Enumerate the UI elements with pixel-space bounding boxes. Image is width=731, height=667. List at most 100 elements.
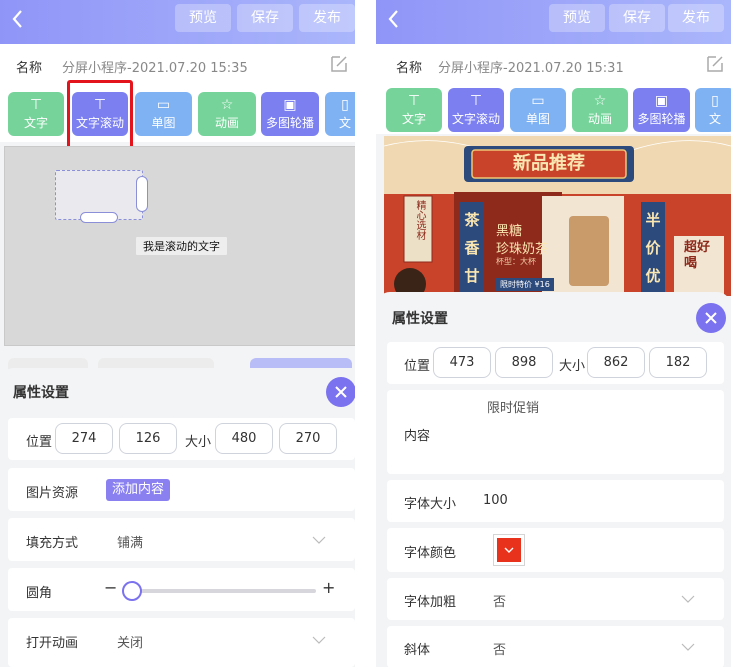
image-source-label: 图片资源 [26,486,79,501]
edit-icon[interactable] [329,54,349,74]
color-swatch [497,538,521,562]
position-row: 位置 274 126 大小 480 270 [8,418,355,460]
italic-row[interactable]: 斜体 否 [387,626,724,667]
image-source-row: 图片资源 添加内容 [8,468,355,511]
component-toolbar: ⊤ 文字 ⊤ 文字滚动 ▭ 单图 ☆ 动画 ▣ 多图轮播 ▯ 文 [0,86,355,142]
size-height-input[interactable]: 182 [649,347,707,378]
tool-label: 文字 [23,116,48,130]
font-color-picker[interactable] [493,534,525,566]
resize-handle-bottom[interactable] [80,212,118,223]
preview-button[interactable]: 预览 [549,4,605,32]
tool-label: 文 [338,116,351,130]
content-label: 内容 [404,429,431,444]
chevron-down-icon [681,643,695,651]
text-icon: ⊤ [407,93,421,109]
edit-icon[interactable] [705,54,725,74]
image-icon: ▭ [531,93,545,109]
tool-single-image[interactable]: ▭ 单图 [510,88,566,132]
poster-image[interactable]: 新品推荐 精心选材 茶 香 甘 半 价 优 黑糖 珍珠奶茶 杯型：大杯 限时特价… [384,136,731,296]
poster-char: 茶 [464,211,480,229]
font-color-label: 字体颜色 [404,546,457,561]
radius-slider-track[interactable] [132,589,316,593]
tool-single-image[interactable]: ▭ 单图 [135,92,192,136]
size-width-input[interactable]: 862 [587,347,645,378]
bold-label: 字体加粗 [404,595,457,610]
poster-corner-text: 超好喝 [684,240,711,271]
tool-text-scroll[interactable]: ⊤ 文字滚动 [448,88,504,132]
image-icon: ▭ [156,97,171,113]
poster-char: 甘 [464,267,480,285]
font-size-input[interactable]: 100 [483,493,508,508]
close-button[interactable] [326,377,355,407]
radius-label: 圆角 [26,586,53,601]
tool-label: 文字 [401,112,426,126]
properties-panel: 属性设置 位置 473 898 大小 862 182 内容 限时促销 字体大小 … [376,292,731,667]
component-toolbar: ⊤ 文字 ⊤ 文字滚动 ▭ 单图 ☆ 动画 ▣ 多图轮播 ▯ 文 [376,86,731,134]
name-bar: 名称 分屏小程序-2021.07.20 15:31 [376,44,731,86]
chevron-down-icon [681,595,695,603]
tool-label: 单图 [151,116,176,130]
tool-label: 动画 [587,112,612,126]
content-textarea[interactable]: 限时促销 [487,397,539,416]
publish-button[interactable]: 发布 [668,4,724,32]
highlight-box [67,80,133,153]
position-label: 位置 [26,435,53,450]
chevron-down-icon [312,536,326,544]
properties-title: 属性设置 [392,311,448,327]
size-width-input[interactable]: 480 [215,423,273,454]
project-name: 分屏小程序-2021.07.20 15:35 [62,61,248,76]
tool-image-carousel[interactable]: ▣ 多图轮播 [261,92,319,136]
poster-char: 优 [645,267,661,285]
chevron-down-icon [504,547,514,553]
size-label: 大小 [185,435,212,450]
project-name: 分屏小程序-2021.07.20 15:31 [438,61,624,76]
add-content-button[interactable]: 添加内容 [106,479,170,501]
size-label: 大小 [559,359,586,374]
tool-label: 单图 [525,112,550,126]
content-row[interactable]: 内容 限时促销 [387,390,724,474]
name-label: 名称 [16,61,43,76]
position-x-input[interactable]: 274 [55,423,113,454]
save-button[interactable]: 保存 [609,4,665,32]
preview-button[interactable]: 预览 [175,4,231,32]
poster-char: 价 [645,239,661,257]
open-animation-row[interactable]: 打开动画 关闭 [8,618,355,667]
font-color-row: 字体颜色 [387,528,724,572]
star-icon: ☆ [593,93,607,109]
position-x-input[interactable]: 473 [433,347,491,378]
resize-handle-right[interactable] [136,176,148,212]
poster-char: 香 [464,239,480,257]
back-arrow-icon[interactable] [384,8,404,30]
open-animation-label: 打开动画 [26,636,79,651]
fill-value: 铺满 [117,536,144,551]
tool-more[interactable]: ▯ 文 [695,88,731,132]
properties-panel: 属性设置 位置 274 126 大小 480 270 图片资源 添加内容 填充方… [0,368,355,667]
tool-animation[interactable]: ☆ 动画 [198,92,256,136]
bold-value: 否 [493,595,507,610]
bold-row[interactable]: 字体加粗 否 [387,578,724,620]
poster-product-line2: 珍珠奶茶 [496,242,549,257]
tool-image-carousel[interactable]: ▣ 多图轮播 [633,88,690,132]
radius-slider-knob[interactable] [122,581,142,601]
open-animation-value: 关闭 [117,636,144,651]
poster-char: 半 [645,211,661,229]
close-button[interactable] [696,303,726,333]
publish-button[interactable]: 发布 [299,4,355,32]
radius-minus-button[interactable]: − [104,578,117,597]
tool-animation[interactable]: ☆ 动画 [572,88,628,132]
scrolling-text[interactable]: 我是滚动的文字 [136,237,227,255]
tool-text[interactable]: ⊤ 文字 [386,88,442,132]
position-y-input[interactable]: 126 [119,423,177,454]
left-screen: 预览 保存 发布 名称 分屏小程序-2021.07.20 15:35 ⊤ 文字 … [0,0,355,667]
tool-label: 文 [708,112,721,126]
back-arrow-icon[interactable] [8,8,28,30]
fill-mode-row[interactable]: 填充方式 铺满 [8,518,355,561]
position-row: 位置 473 898 大小 862 182 [387,342,724,384]
size-height-input[interactable]: 270 [279,423,337,454]
save-button[interactable]: 保存 [237,4,293,32]
tool-more[interactable]: ▯ 文 [325,92,355,136]
position-y-input[interactable]: 898 [495,347,553,378]
name-bar: 名称 分屏小程序-2021.07.20 15:35 [0,44,355,86]
tool-text[interactable]: ⊤ 文字 [8,92,64,136]
radius-plus-button[interactable]: + [322,578,335,597]
